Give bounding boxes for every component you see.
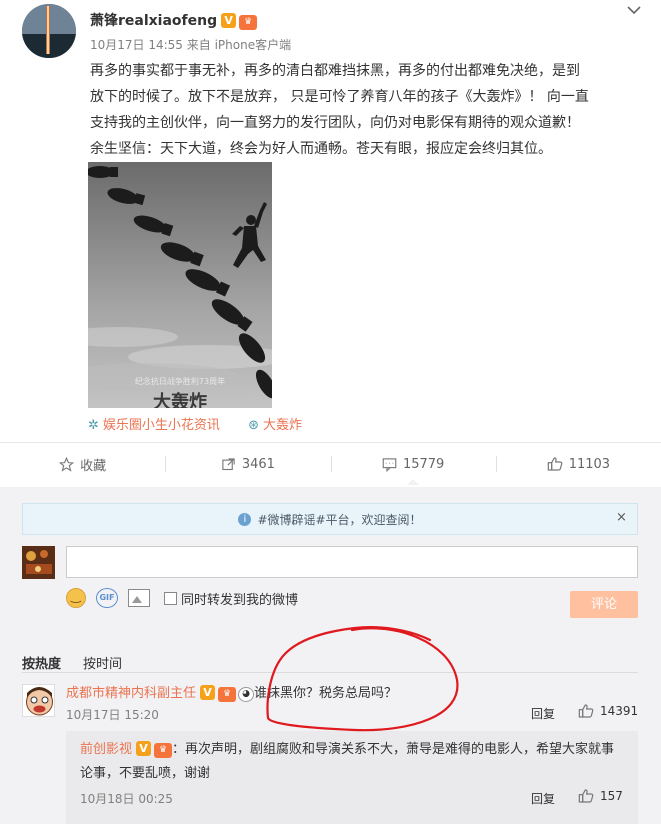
post-source: 来自 iPhone客户端 — [186, 38, 292, 52]
repost-button[interactable]: 3461 — [165, 446, 330, 482]
repost-label[interactable]: 同时转发到我的微博 — [181, 589, 298, 608]
thumb-up-icon — [578, 704, 594, 718]
comment-time: 10月17日 15:20 — [66, 708, 159, 722]
tag-entertainment[interactable]: ✲ 娱乐圈小生小花资讯 — [88, 418, 220, 433]
red-annotation-circle — [266, 626, 459, 732]
comment-input[interactable] — [66, 546, 638, 578]
gif-icon[interactable]: GIF — [96, 588, 118, 608]
repost-checkbox[interactable] — [164, 591, 177, 605]
composer-tools: GIF 同时转发到我的微博 — [66, 588, 298, 608]
vip-icon: ♛ — [239, 15, 258, 30]
reply-time: 10月18日 00:25 — [80, 792, 173, 806]
author-name[interactable]: 萧锋realxiaofeng V ♛ — [90, 10, 258, 30]
poster-title: 大轰炸 — [153, 391, 207, 408]
close-icon[interactable]: × — [616, 510, 627, 525]
panda-icon: ◕ — [238, 687, 255, 702]
vip-icon: ♛ — [154, 743, 173, 758]
commenter-name[interactable]: 成都市精神内科副主任 — [66, 686, 196, 701]
info-icon: i — [238, 512, 252, 526]
flower-icon: ✲ — [88, 418, 99, 433]
my-avatar[interactable] — [22, 546, 55, 579]
submit-comment-button[interactable]: 评论 — [570, 591, 638, 618]
replier-name[interactable]: 前创影视 — [80, 742, 132, 757]
reply-like-button[interactable]: 157 — [578, 788, 623, 804]
post-text: 再多的事实都于事无补，再多的清白都难挡抹黑，再多的付出都难免决绝，是到 放下的时… — [90, 63, 589, 157]
post-time[interactable]: 10月17日 14:55 — [90, 38, 183, 52]
comment-button[interactable]: 15779 — [330, 446, 496, 485]
post-meta: 10月17日 14:55 来自 iPhone客户端 — [90, 36, 291, 53]
verified-v-icon: V — [136, 741, 152, 756]
image-icon[interactable] — [128, 589, 150, 607]
verified-v-icon: V — [200, 685, 216, 700]
thumb-up-icon — [547, 457, 563, 471]
reply-button[interactable]: 回复 — [531, 790, 555, 807]
comment-like-button[interactable]: 14391 — [578, 703, 638, 719]
thumb-up-icon — [578, 789, 594, 803]
author-avatar[interactable] — [22, 4, 76, 58]
comment-sort: 按热度 按时间 — [22, 653, 122, 672]
emoji-icon[interactable] — [66, 588, 86, 608]
divider — [0, 442, 661, 443]
verified-v-icon: V — [221, 13, 237, 28]
movie-poster-image[interactable]: 纪念抗日战争胜利73周年 大轰炸 — [88, 162, 272, 408]
rumor-notice[interactable]: i #微博辟谣#平台，欢迎查阅！ — [22, 503, 638, 535]
chevron-down-icon[interactable] — [627, 0, 641, 19]
tag-movie[interactable]: ⊛ 大轰炸 — [248, 418, 302, 433]
reply-button[interactable]: 回复 — [531, 705, 555, 722]
comment-icon — [382, 457, 397, 472]
like-button[interactable]: 11103 — [495, 446, 661, 482]
sort-by-time[interactable]: 按时间 — [83, 653, 122, 672]
share-icon — [222, 457, 235, 470]
reply-content: 前创影视 V ♛ ：再次声明，剧组腐败和导演关系不大，萧导是难得的电影人，希望大家就事… — [80, 741, 615, 781]
star-icon — [59, 456, 75, 472]
film-icon: ⊛ — [248, 418, 259, 433]
vip-icon: ♛ — [218, 687, 237, 702]
topic-tags: ✲ 娱乐圈小生小花资讯 ⊛ 大轰炸 — [88, 414, 326, 433]
commenter-avatar[interactable] — [22, 684, 55, 717]
favorite-button[interactable]: 收藏 — [0, 446, 165, 482]
sort-by-hot[interactable]: 按热度 — [22, 653, 61, 672]
action-bar: 收藏 3461 15779 11103 — [0, 446, 661, 485]
poster-subtitle: 纪念抗日战争胜利73周年 — [135, 376, 225, 386]
